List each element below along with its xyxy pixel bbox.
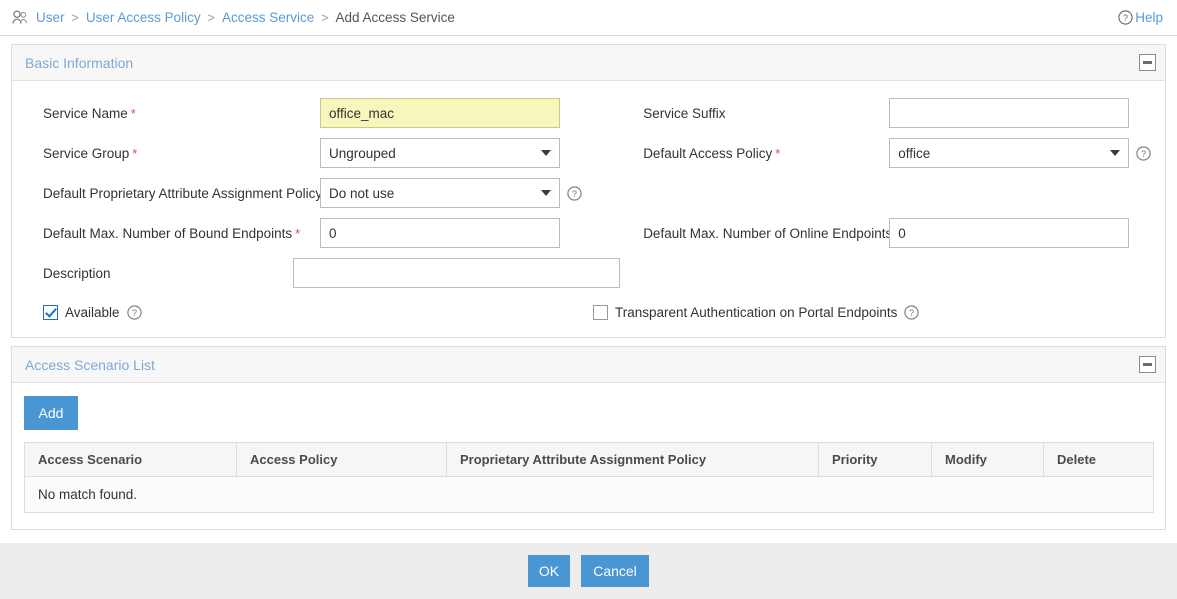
field-max-bound-endpoints: Default Max. Number of Bound Endpoints * … bbox=[12, 218, 612, 248]
service-suffix-input[interactable] bbox=[889, 98, 1130, 128]
basic-information-body: Service Name * office_mac Service Suffix … bbox=[12, 81, 1165, 337]
field-default-access-policy: Default Access Policy * office ? bbox=[612, 138, 1165, 168]
access-scenario-list-panel: Access Scenario List Add Access Scenario… bbox=[11, 346, 1166, 530]
help-hint-icon[interactable]: ? bbox=[567, 185, 582, 201]
service-suffix-label-text: Service Suffix bbox=[643, 105, 726, 121]
default-access-policy-label-text: Default Access Policy bbox=[643, 145, 773, 161]
panel-title: Access Scenario List bbox=[25, 356, 155, 373]
service-name-label-text: Service Name bbox=[43, 105, 128, 121]
table-header-row: Access Scenario Access Policy Proprietar… bbox=[24, 442, 1154, 477]
chevron-down-icon bbox=[541, 150, 551, 156]
basic-information-panel: Basic Information Service Name * office_m… bbox=[11, 44, 1166, 338]
cancel-button[interactable]: Cancel bbox=[581, 555, 649, 587]
basic-information-header: Basic Information bbox=[12, 45, 1165, 81]
form-row-max-endpoints: Default Max. Number of Bound Endpoints * … bbox=[12, 213, 1165, 253]
breadcrumb-item-add-access-service: Add Access Service bbox=[335, 10, 455, 25]
breadcrumb-separator: > bbox=[207, 10, 215, 25]
service-suffix-label: Service Suffix bbox=[612, 106, 889, 121]
help-label: Help bbox=[1135, 10, 1163, 25]
max-online-endpoints-input[interactable]: 0 bbox=[889, 218, 1130, 248]
transparent-auth-label: Transparent Authentication on Portal End… bbox=[615, 304, 898, 320]
column-header-access-policy[interactable]: Access Policy bbox=[236, 442, 447, 477]
field-service-name: Service Name * office_mac bbox=[12, 98, 612, 128]
field-service-group: Service Group * Ungrouped bbox=[12, 138, 612, 168]
form-row-description: Description bbox=[12, 253, 1165, 293]
required-marker: * bbox=[132, 145, 138, 161]
default-access-policy-label: Default Access Policy * bbox=[612, 146, 889, 161]
available-checkbox[interactable] bbox=[43, 304, 58, 320]
form-row-service-group: Service Group * Ungrouped Default Access … bbox=[12, 133, 1165, 173]
description-label-text: Description bbox=[43, 265, 111, 281]
max-bound-endpoints-label: Default Max. Number of Bound Endpoints * bbox=[12, 226, 320, 241]
transparent-auth-checkbox[interactable] bbox=[593, 304, 608, 320]
help-hint-icon[interactable]: ? bbox=[1136, 145, 1151, 161]
panel-title: Basic Information bbox=[25, 54, 134, 71]
max-online-endpoints-label-text: Default Max. Number of Online Endpoints bbox=[643, 225, 893, 241]
max-bound-endpoints-label-text: Default Max. Number of Bound Endpoints bbox=[43, 225, 293, 241]
access-scenario-list-body: Add Access Scenario Access Policy Propri… bbox=[12, 383, 1165, 529]
help-hint-icon[interactable]: ? bbox=[904, 304, 920, 320]
svg-text:?: ? bbox=[1123, 13, 1128, 23]
max-bound-endpoints-input[interactable]: 0 bbox=[320, 218, 560, 248]
add-button[interactable]: Add bbox=[24, 396, 78, 430]
form-row-default-proprietary-policy: Default Proprietary Attribute Assignment… bbox=[12, 173, 1165, 213]
required-marker: * bbox=[130, 105, 136, 121]
svg-text:?: ? bbox=[132, 308, 137, 318]
service-name-label: Service Name * bbox=[12, 106, 320, 121]
footer-action-bar: OK Cancel bbox=[0, 543, 1177, 599]
transparent-auth-checkbox-group: Transparent Authentication on Portal End… bbox=[593, 304, 920, 320]
form-row-checkboxes: Available ? Transparent Authentication o… bbox=[12, 297, 1165, 327]
empty-message: No match found. bbox=[24, 476, 1154, 513]
svg-text:?: ? bbox=[1141, 149, 1146, 159]
svg-text:?: ? bbox=[572, 189, 577, 199]
breadcrumb-separator: > bbox=[71, 10, 79, 25]
default-access-policy-select[interactable]: office bbox=[889, 138, 1130, 168]
access-scenario-list-header: Access Scenario List bbox=[12, 347, 1165, 383]
question-circle-icon: ? bbox=[1118, 10, 1133, 25]
default-proprietary-policy-select[interactable]: Do not use bbox=[320, 178, 560, 208]
column-header-delete[interactable]: Delete bbox=[1043, 442, 1154, 477]
breadcrumb-item-access-service[interactable]: Access Service bbox=[222, 10, 314, 25]
description-label: Description bbox=[12, 266, 293, 281]
chevron-down-icon bbox=[1110, 150, 1121, 156]
help-link[interactable]: ? Help bbox=[1118, 10, 1163, 25]
breadcrumb-bar: User > User Access Policy > Access Servi… bbox=[0, 0, 1177, 36]
required-marker: * bbox=[775, 145, 781, 161]
required-marker: * bbox=[295, 225, 301, 241]
column-header-modify[interactable]: Modify bbox=[931, 442, 1044, 477]
default-proprietary-policy-label: Default Proprietary Attribute Assignment… bbox=[12, 185, 330, 201]
available-label: Available bbox=[65, 304, 120, 320]
column-header-priority[interactable]: Priority bbox=[818, 442, 932, 477]
breadcrumb-item-user[interactable]: User bbox=[36, 10, 65, 25]
minus-square-icon[interactable] bbox=[1139, 356, 1156, 373]
field-max-online-endpoints: Default Max. Number of Online Endpoints*… bbox=[612, 218, 1165, 248]
max-online-endpoints-label: Default Max. Number of Online Endpoints* bbox=[612, 225, 900, 241]
access-scenario-table: Access Scenario Access Policy Proprietar… bbox=[24, 442, 1154, 513]
column-header-access-scenario[interactable]: Access Scenario bbox=[24, 442, 237, 477]
users-icon bbox=[12, 10, 27, 24]
service-name-input[interactable]: office_mac bbox=[320, 98, 560, 128]
column-header-proprietary-attribute-assignment-policy[interactable]: Proprietary Attribute Assignment Policy bbox=[446, 442, 819, 477]
form-row-service-name: Service Name * office_mac Service Suffix bbox=[12, 93, 1165, 133]
minus-square-icon[interactable] bbox=[1139, 54, 1156, 71]
available-checkbox-group: Available ? bbox=[12, 304, 593, 320]
service-group-value: Ungrouped bbox=[329, 145, 396, 161]
breadcrumb-separator: > bbox=[321, 10, 329, 25]
svg-text:?: ? bbox=[909, 308, 914, 318]
service-group-select[interactable]: Ungrouped bbox=[320, 138, 560, 168]
chevron-down-icon bbox=[541, 190, 551, 196]
help-hint-icon[interactable]: ? bbox=[126, 304, 142, 320]
default-proprietary-policy-value: Do not use bbox=[329, 185, 395, 201]
table-empty-row: No match found. bbox=[24, 476, 1154, 513]
breadcrumb-item-user-access-policy[interactable]: User Access Policy bbox=[86, 10, 201, 25]
description-input[interactable] bbox=[293, 258, 620, 288]
field-description: Description bbox=[12, 258, 620, 288]
service-group-label-text: Service Group bbox=[43, 145, 130, 161]
default-proprietary-policy-label-text: Default Proprietary Attribute Assignment… bbox=[43, 185, 323, 201]
field-service-suffix: Service Suffix bbox=[612, 98, 1165, 128]
default-access-policy-value: office bbox=[898, 145, 931, 161]
field-default-proprietary-policy: Default Proprietary Attribute Assignment… bbox=[12, 178, 612, 208]
ok-button[interactable]: OK bbox=[528, 555, 570, 587]
service-group-label: Service Group * bbox=[12, 146, 320, 161]
